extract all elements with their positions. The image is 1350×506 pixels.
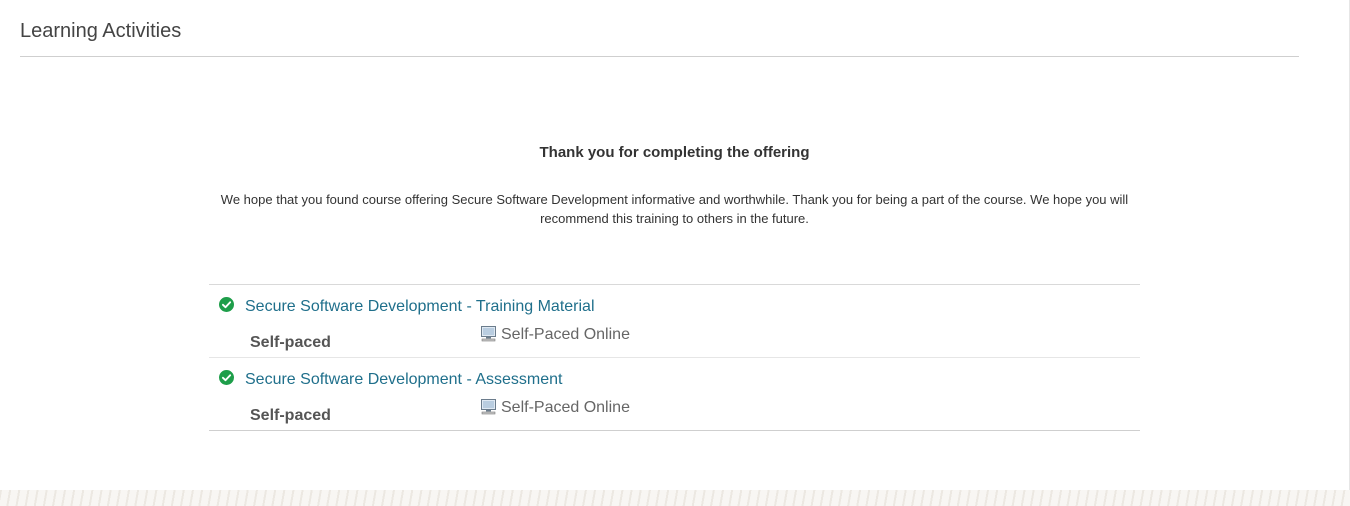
check-circle-icon <box>219 297 234 312</box>
check-circle-icon <box>219 370 234 385</box>
activity-list: Secure Software Development - Training M… <box>209 284 1140 431</box>
completion-message: We hope that you found course offering S… <box>220 192 1129 226</box>
learning-activities-page: Learning Activities Thank you for comple… <box>0 0 1350 506</box>
activity-delivery-label: Self-Paced Online <box>501 326 630 343</box>
activity-link-training-material[interactable]: Secure Software Development - Training M… <box>245 297 595 317</box>
computer-icon <box>481 325 496 341</box>
footer-decorative-pattern <box>0 490 1350 506</box>
activity-delivery: Self-Paced Online <box>480 398 630 418</box>
activity-pace-label: Self-paced <box>250 407 331 424</box>
activity-delivery: Self-Paced Online <box>480 325 630 345</box>
computer-icon <box>481 398 496 414</box>
activity-delivery-label: Self-Paced Online <box>501 399 630 416</box>
activity-link-assessment[interactable]: Secure Software Development - Assessment <box>245 370 562 390</box>
section-title: Learning Activities <box>20 20 182 42</box>
section-title-divider <box>20 56 1299 57</box>
completion-heading: Thank you for completing the offering <box>539 144 810 161</box>
completion-panel: Thank you for completing the offering We… <box>209 140 1140 228</box>
activity-row-training-material: Secure Software Development - Training M… <box>209 285 1140 357</box>
activity-row-assessment: Secure Software Development - Assessment… <box>209 357 1140 430</box>
activity-pace-label: Self-paced <box>250 334 331 351</box>
